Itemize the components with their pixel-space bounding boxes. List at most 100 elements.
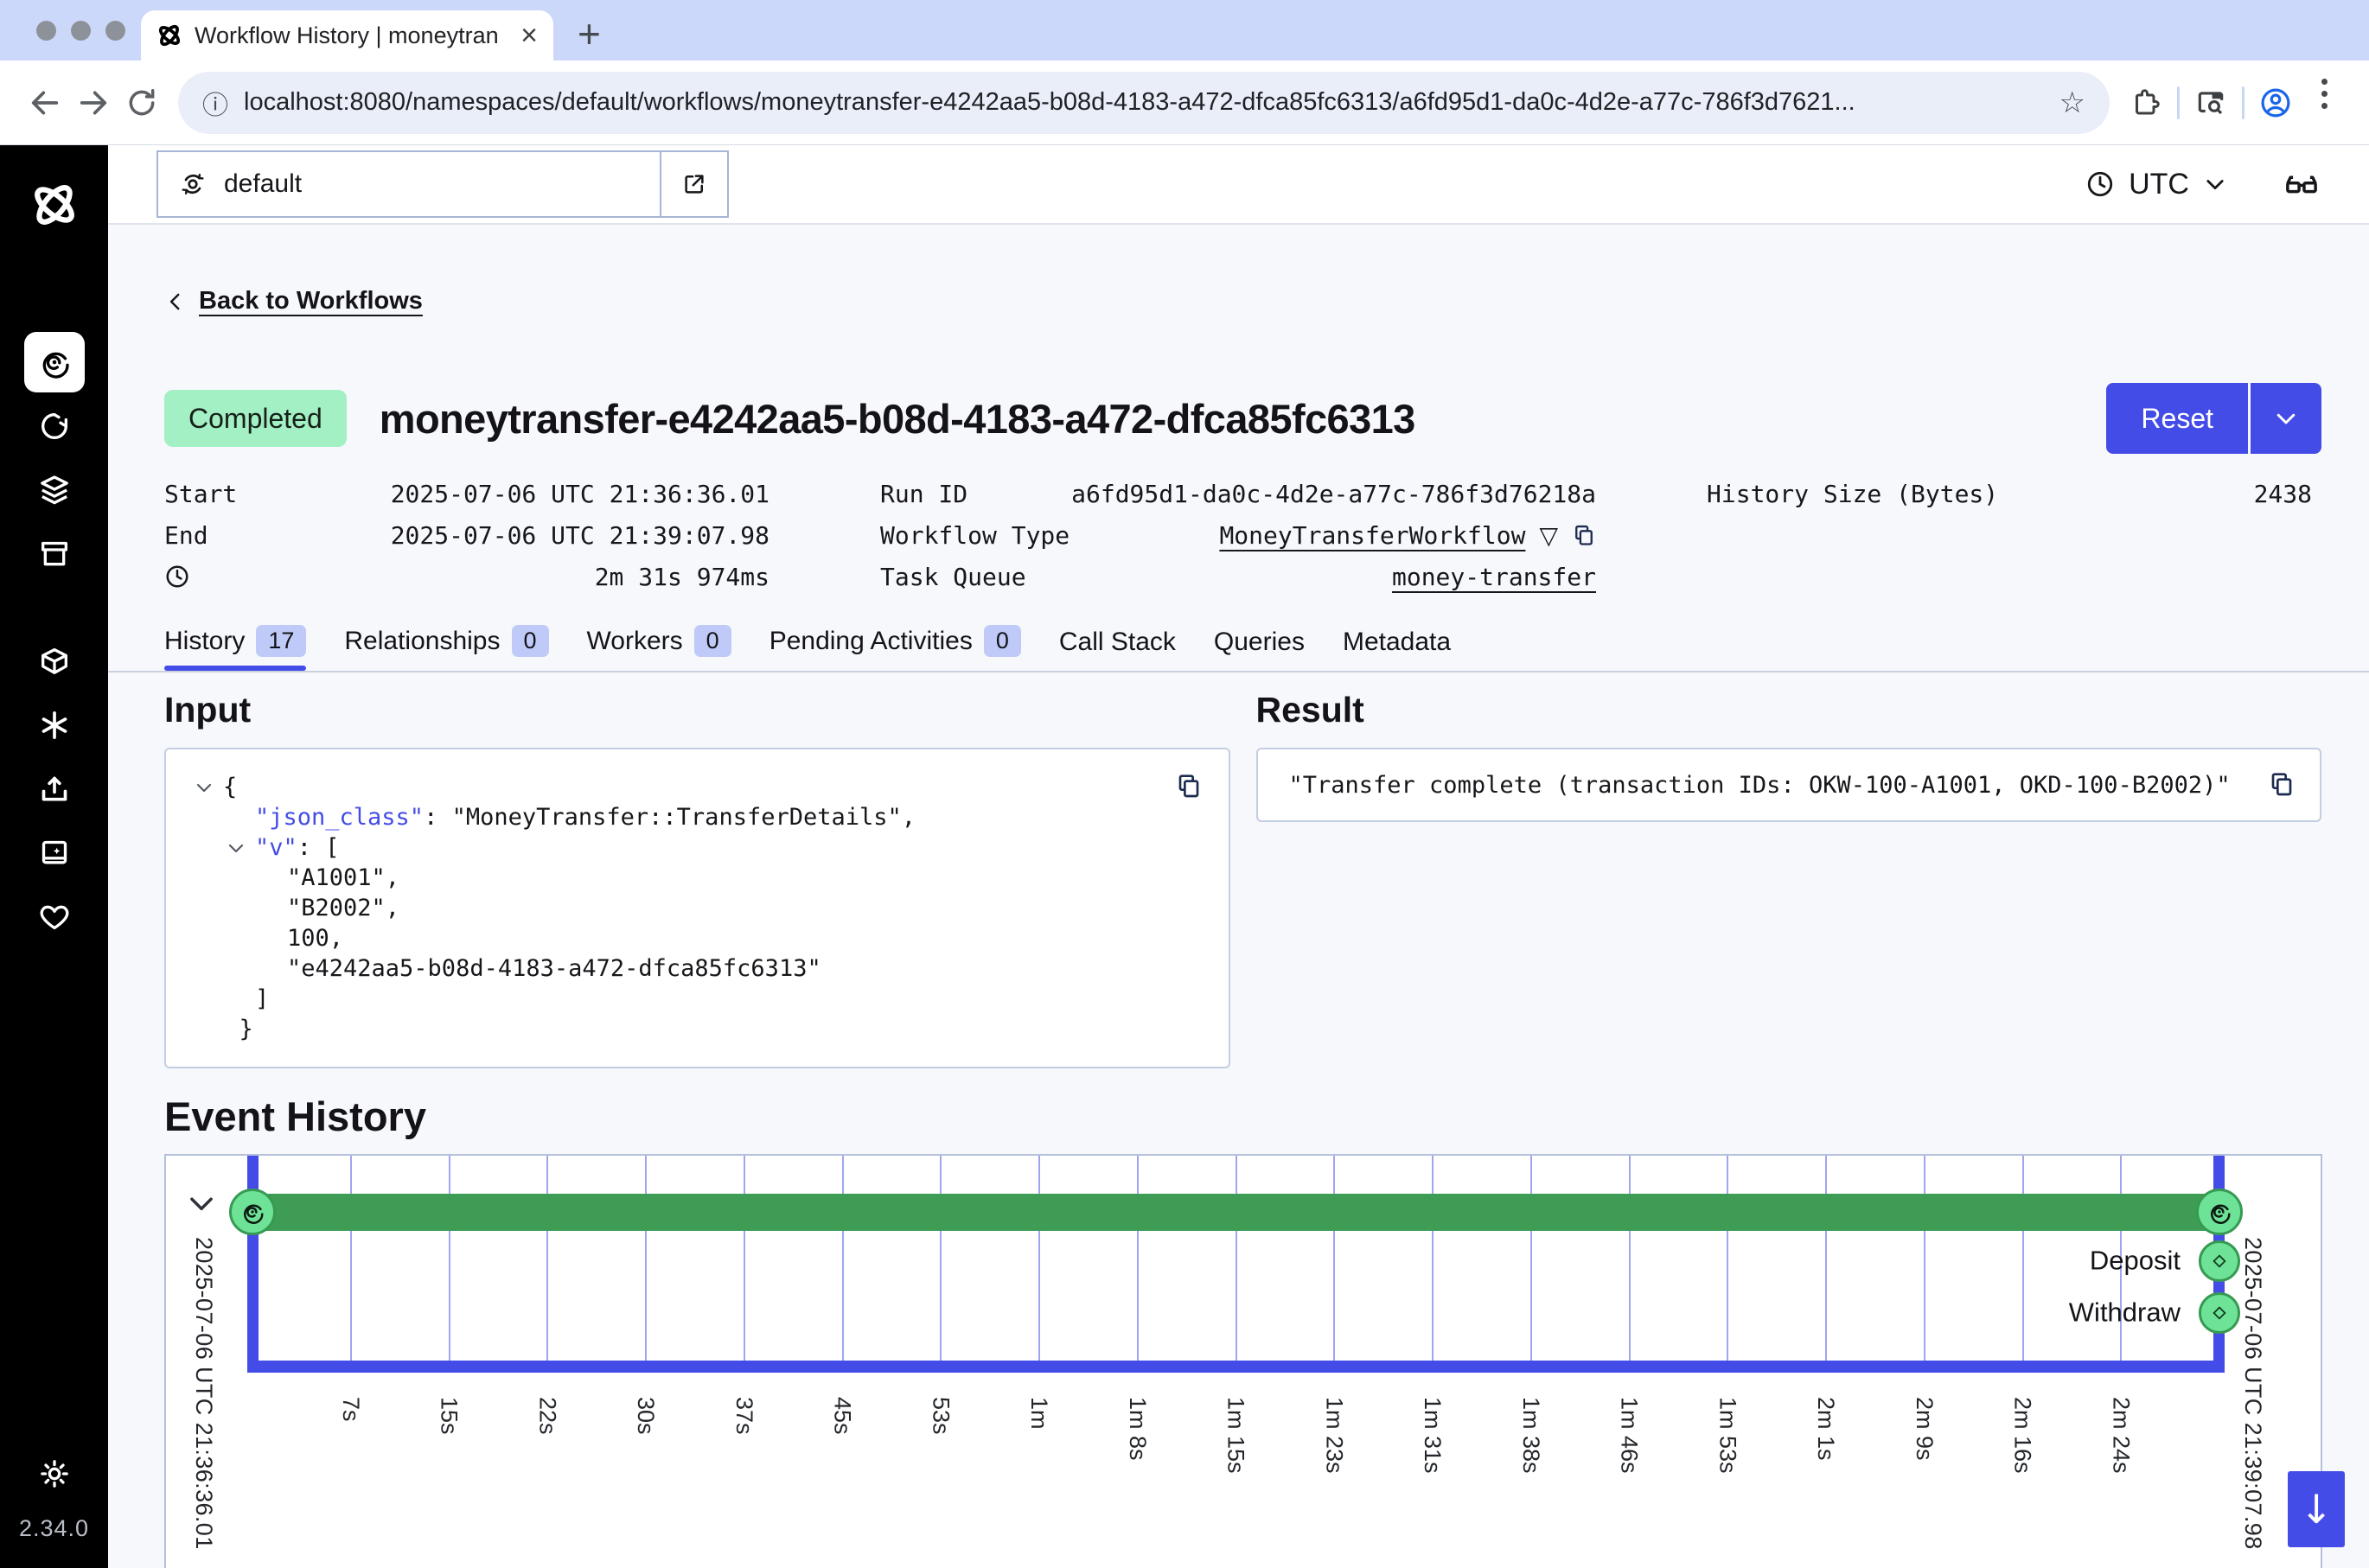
browser-tab[interactable]: Workflow History | moneytran × bbox=[141, 10, 553, 61]
copy-icon[interactable] bbox=[2268, 770, 2296, 798]
timeline-gridline bbox=[1530, 1156, 1532, 1361]
activity-marker-withdraw[interactable] bbox=[2199, 1292, 2240, 1334]
window-maximize-button[interactable] bbox=[105, 21, 125, 41]
json-text: { bbox=[223, 774, 237, 800]
clock-icon bbox=[2085, 169, 2115, 199]
sidebar-item-schedules[interactable] bbox=[24, 396, 85, 456]
window-minimize-button[interactable] bbox=[71, 21, 91, 41]
browser-tab-strip: Workflow History | moneytran × + bbox=[0, 0, 2369, 61]
tab-close-icon[interactable]: × bbox=[520, 21, 538, 50]
reset-menu-chevron-icon[interactable] bbox=[2251, 383, 2321, 454]
timeline-tick-label: 1m 46s bbox=[1616, 1397, 1643, 1474]
workflow-execution-span-bar bbox=[242, 1194, 2231, 1231]
json-line: ] bbox=[223, 984, 1203, 1014]
copy-icon[interactable] bbox=[1175, 772, 1203, 800]
timezone-select[interactable]: UTC bbox=[2085, 168, 2227, 201]
timeline-tick-label: 1m 38s bbox=[1517, 1397, 1544, 1474]
sidebar-item-batch-operations[interactable] bbox=[24, 695, 85, 755]
tab-queries[interactable]: Queries bbox=[1214, 628, 1305, 671]
tab-call-stack[interactable]: Call Stack bbox=[1059, 628, 1176, 671]
address-bar[interactable]: ⓘ localhost:8080/namespaces/default/work… bbox=[178, 72, 2110, 134]
json-text: : [ bbox=[297, 834, 340, 861]
tab-history[interactable]: History17 bbox=[164, 625, 306, 671]
back-to-workflows-link[interactable]: Back to Workflows bbox=[199, 287, 423, 316]
json-text: ] bbox=[255, 985, 269, 1012]
bookmark-star-icon[interactable]: ☆ bbox=[2059, 86, 2085, 120]
activity-marker-deposit[interactable] bbox=[2199, 1240, 2240, 1282]
timeline-tick-label: 1m bbox=[1025, 1397, 1052, 1430]
workflow-type-link[interactable]: MoneyTransferWorkflow bbox=[1219, 521, 1525, 550]
timeline-gridline bbox=[1629, 1156, 1631, 1361]
namespace-external-link-icon[interactable] bbox=[660, 152, 727, 216]
tab-metadata[interactable]: Metadata bbox=[1343, 628, 1451, 671]
window-controls bbox=[36, 21, 125, 41]
tab-count-badge: 0 bbox=[694, 625, 731, 657]
sidebar-item-docs[interactable] bbox=[24, 823, 85, 883]
copy-icon[interactable] bbox=[1572, 523, 1596, 547]
timeline-gridline bbox=[1236, 1156, 1237, 1361]
reset-button[interactable]: Reset bbox=[2106, 383, 2248, 454]
status-badge: Completed bbox=[164, 390, 347, 447]
extensions-icon[interactable] bbox=[2122, 79, 2170, 127]
json-text: } bbox=[239, 1016, 253, 1042]
timezone-value: UTC bbox=[2129, 168, 2189, 201]
workflow-id-title: moneytransfer-e4242aa5-b08d-4183-a472-df… bbox=[380, 395, 2107, 443]
json-text: "e4242aa5-b08d-4183-a472-dfca85fc6313" bbox=[287, 955, 821, 982]
workflow-event-dot[interactable] bbox=[229, 1189, 276, 1235]
reload-icon[interactable] bbox=[118, 79, 166, 127]
labs-glasses-icon[interactable] bbox=[2283, 165, 2321, 203]
workflow-type-label: Workflow Type bbox=[880, 521, 1070, 550]
sidebar-item-import-events[interactable] bbox=[24, 759, 85, 819]
sidebar-item-feedback[interactable] bbox=[24, 887, 85, 947]
timeline-gridline bbox=[2022, 1156, 2024, 1361]
breadcrumb: Back to Workflows bbox=[164, 287, 2321, 316]
tab-relationships[interactable]: Relationships0 bbox=[344, 625, 548, 671]
tab-workers[interactable]: Workers 0 bbox=[587, 625, 731, 671]
duration-clock-icon bbox=[164, 564, 190, 590]
timeline-gridline bbox=[940, 1156, 942, 1361]
input-heading: Input bbox=[164, 690, 1230, 730]
temporal-logo[interactable] bbox=[29, 180, 80, 230]
json-line: "e4242aa5-b08d-4183-a472-dfca85fc6313" bbox=[223, 953, 1203, 984]
timeline-gridline bbox=[350, 1156, 352, 1361]
window-close-button[interactable] bbox=[36, 21, 56, 41]
json-line: "json_class": "MoneyTransfer::TransferDe… bbox=[223, 802, 1203, 832]
timeline-tick-label: 2m 1s bbox=[1812, 1397, 1839, 1461]
timeline-expand-chevron-icon[interactable] bbox=[185, 1187, 218, 1220]
collapse-chevron-icon[interactable] bbox=[226, 838, 246, 858]
tab-pending-activities[interactable]: Pending Activities0 bbox=[769, 625, 1021, 671]
theme-toggle-sun-icon[interactable] bbox=[37, 1456, 72, 1491]
event-history-heading: Event History bbox=[164, 1093, 2321, 1140]
namespace-value: default bbox=[224, 169, 302, 199]
profile-avatar[interactable] bbox=[2251, 79, 2300, 127]
timeline-tick-label: 53s bbox=[927, 1397, 954, 1435]
namespace-select[interactable]: default bbox=[156, 150, 729, 218]
json-text: "A1001", bbox=[287, 864, 399, 891]
sidebar-item-namespaces[interactable] bbox=[24, 460, 85, 520]
browser-menu-icon[interactable] bbox=[2300, 79, 2348, 127]
timeline-gridline bbox=[1825, 1156, 1827, 1361]
namespace-topbar: default UTC bbox=[108, 145, 2369, 225]
back-icon[interactable] bbox=[21, 79, 69, 127]
collapse-chevron-icon[interactable] bbox=[194, 777, 214, 798]
json-line: 100, bbox=[223, 923, 1203, 953]
scroll-to-bottom-button[interactable]: ↓ bbox=[2288, 1471, 2345, 1547]
timeline-gridline bbox=[744, 1156, 745, 1361]
task-queue-link[interactable]: money-transfer bbox=[1392, 563, 1596, 591]
site-info-icon[interactable]: ⓘ bbox=[202, 84, 228, 122]
json-line: { bbox=[223, 772, 1203, 802]
json-text: 100, bbox=[287, 925, 343, 952]
sidebar-item-archive[interactable] bbox=[24, 524, 85, 584]
tab-label: Workers bbox=[587, 627, 683, 656]
tab-count-badge: 17 bbox=[256, 625, 306, 657]
new-tab-button[interactable]: + bbox=[578, 10, 601, 57]
tab-search-icon[interactable] bbox=[2187, 79, 2235, 127]
namespace-icon bbox=[179, 170, 207, 198]
timeline-gridline bbox=[449, 1156, 450, 1361]
filter-icon[interactable]: ▽ bbox=[1539, 521, 1558, 550]
timeline-tick-label: 1m 53s bbox=[1714, 1397, 1740, 1474]
sidebar-item-nexus[interactable] bbox=[24, 631, 85, 692]
forward-icon[interactable] bbox=[69, 79, 118, 127]
sidebar-item-workflows[interactable] bbox=[24, 332, 85, 392]
workflow-event-dot[interactable] bbox=[2196, 1189, 2243, 1235]
